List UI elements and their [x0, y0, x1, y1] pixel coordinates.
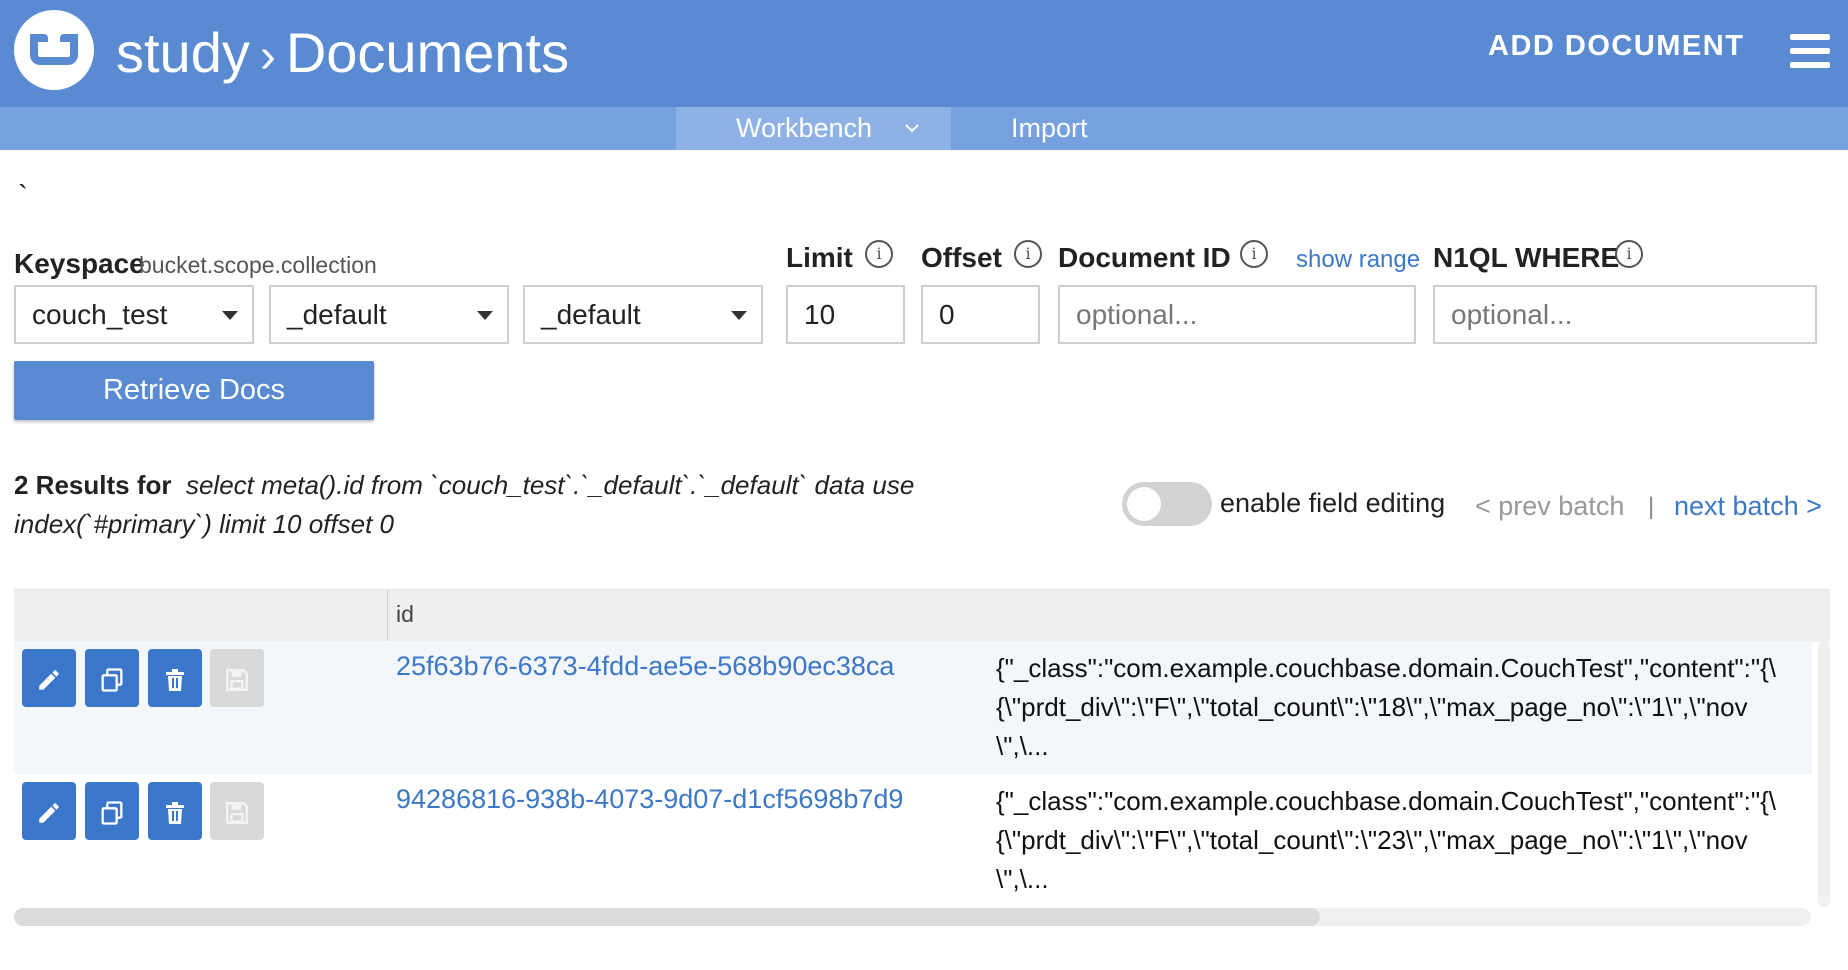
menu-bar	[1790, 34, 1830, 40]
table-header: id	[14, 589, 1830, 642]
menu-bar	[1790, 62, 1830, 68]
n1ql-where-label: N1QL WHERE	[1433, 242, 1620, 273]
column-divider[interactable]	[387, 590, 388, 642]
breadcrumb-root[interactable]: study	[116, 21, 250, 84]
keyspace-label: Keyspace	[14, 248, 145, 279]
copy-icon	[101, 667, 123, 692]
caret-down-icon	[222, 311, 238, 320]
save-button	[210, 649, 264, 707]
logo-mark	[30, 34, 78, 65]
pencil-icon	[39, 802, 59, 823]
tab-workbench[interactable]: Workbench	[676, 107, 951, 150]
column-header-id[interactable]: id	[396, 601, 414, 628]
app-header: study › Documents ADD DOCUMENT	[0, 0, 1848, 107]
collection-select[interactable]: _default	[523, 285, 763, 344]
collection-select-value: _default	[541, 299, 641, 330]
limit-input[interactable]: 10	[786, 285, 905, 344]
save-icon	[226, 668, 248, 691]
delete-button[interactable]	[148, 782, 202, 840]
n1ql-where-info-icon[interactable]: i	[1615, 240, 1643, 268]
field-editing-label: enable field editing	[1220, 488, 1446, 518]
next-batch-link[interactable]: next batch >	[1674, 491, 1822, 522]
json-line: {\"prdt_div\":\"F\",\"total_count\":\"23…	[996, 825, 1748, 855]
delete-button[interactable]	[148, 649, 202, 707]
save-icon	[226, 801, 248, 824]
bucket-select-value: couch_test	[32, 299, 168, 330]
couchbase-logo-icon[interactable]	[14, 10, 94, 90]
json-line: \",\...	[996, 731, 1049, 761]
breadcrumb: study › Documents	[116, 18, 569, 88]
json-line: \",\...	[996, 864, 1049, 894]
table-row: 94286816-938b-4073-9d07-d1cf5698b7d9 {"_…	[14, 774, 1812, 907]
menu-bar	[1790, 48, 1830, 54]
results-count: 2 Results for	[14, 470, 172, 500]
chevron-down-icon	[904, 107, 920, 166]
stray-character: `	[18, 180, 28, 213]
edit-button[interactable]	[22, 649, 76, 707]
add-document-button[interactable]: ADD DOCUMENT	[1488, 30, 1744, 63]
n1ql-where-input[interactable]: optional...	[1433, 285, 1817, 344]
document-id-info-icon[interactable]: i	[1240, 240, 1268, 268]
horizontal-scrollbar-thumb[interactable]	[14, 908, 1320, 926]
offset-label: Offset	[921, 242, 1002, 273]
copy-button[interactable]	[85, 782, 139, 840]
hamburger-menu-icon[interactable]	[1790, 34, 1830, 68]
tab-import[interactable]: Import	[1011, 107, 1131, 150]
document-json-preview: {"_class":"com.example.couchbase.domain.…	[996, 649, 1812, 774]
scope-select-value: _default	[287, 299, 387, 330]
page-title: Documents	[285, 21, 570, 84]
caret-down-icon	[731, 311, 747, 320]
results-summary: 2 Results for select meta().id from `cou…	[14, 466, 974, 544]
json-line: {"_class":"com.example.couchbase.domain.…	[996, 653, 1777, 683]
offset-info-icon[interactable]: i	[1014, 240, 1042, 268]
json-line: {\"prdt_div\":\"F\",\"total_count\":\"18…	[996, 692, 1748, 722]
trash-icon	[166, 801, 184, 824]
edit-button[interactable]	[22, 782, 76, 840]
chevron-right-icon: ›	[259, 30, 276, 83]
copy-icon	[101, 800, 123, 825]
document-json-preview: {"_class":"com.example.couchbase.domain.…	[996, 782, 1812, 907]
prev-batch-link[interactable]: < prev batch	[1475, 491, 1624, 522]
document-id-link[interactable]: 94286816-938b-4073-9d07-d1cf5698b7d9	[396, 784, 903, 815]
tab-workbench-label: Workbench	[736, 113, 873, 143]
toggle-knob	[1127, 487, 1161, 521]
json-line: {"_class":"com.example.couchbase.domain.…	[996, 786, 1777, 816]
trash-icon	[166, 668, 184, 691]
caret-down-icon	[477, 311, 493, 320]
show-range-link[interactable]: show range	[1296, 246, 1420, 274]
bucket-select[interactable]: couch_test	[14, 285, 254, 344]
table-row: 25f63b76-6373-4fdd-ae5e-568b90ec38ca {"_…	[14, 641, 1812, 774]
document-id-input[interactable]: optional...	[1058, 285, 1416, 344]
vertical-scrollbar[interactable]	[1818, 641, 1830, 907]
offset-input[interactable]: 0	[921, 285, 1040, 344]
copy-button[interactable]	[85, 649, 139, 707]
limit-label: Limit	[786, 242, 853, 273]
pencil-icon	[39, 669, 59, 690]
document-id-label: Document ID	[1058, 242, 1231, 273]
document-id-link[interactable]: 25f63b76-6373-4fdd-ae5e-568b90ec38ca	[396, 651, 894, 682]
retrieve-docs-button[interactable]: Retrieve Docs	[14, 361, 374, 420]
limit-info-icon[interactable]: i	[865, 240, 893, 268]
field-editing-toggle[interactable]	[1122, 482, 1212, 526]
scope-select[interactable]: _default	[269, 285, 509, 344]
sub-navigation: Workbench Import	[0, 107, 1848, 150]
save-button	[210, 782, 264, 840]
batch-separator: |	[1648, 493, 1655, 520]
keyspace-hint: bucket.scope.collection	[139, 252, 377, 278]
